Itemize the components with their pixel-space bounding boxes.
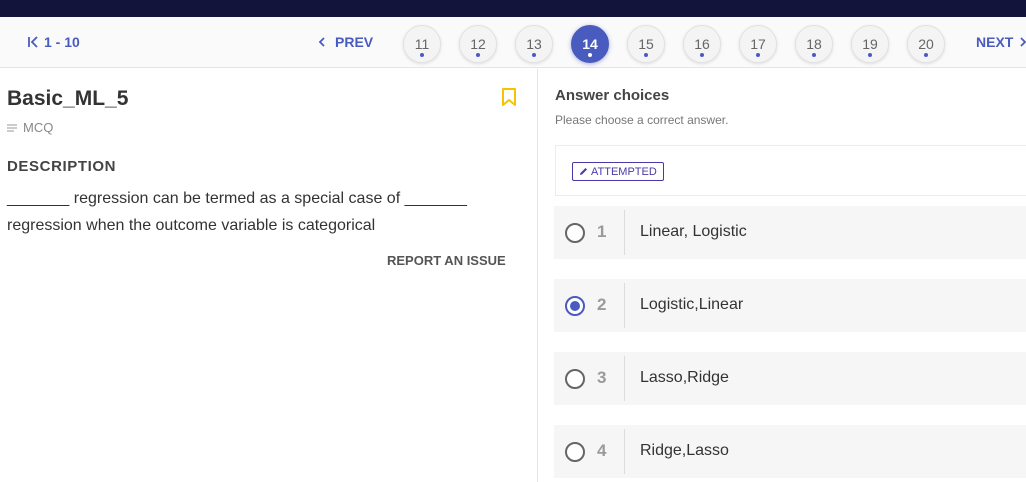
- question-number-button[interactable]: 20: [907, 25, 945, 63]
- status-badge: ATTEMPTED: [572, 162, 664, 181]
- question-number-button[interactable]: 18: [795, 25, 833, 63]
- question-number-button-active[interactable]: 14: [571, 25, 609, 63]
- answer-option[interactable]: 4 Ridge,Lasso: [554, 425, 1026, 478]
- option-number: 3: [597, 368, 607, 387]
- option-text: Logistic,Linear: [640, 296, 744, 313]
- prev-button[interactable]: PREV: [318, 34, 373, 50]
- first-page-icon: [28, 36, 38, 48]
- progress-dot: [588, 53, 592, 57]
- chevron-left-icon: [318, 37, 325, 47]
- status-badge-label: ATTEMPTED: [591, 165, 657, 178]
- radio-button[interactable]: [565, 369, 585, 389]
- question-number-label: 11: [414, 36, 430, 52]
- progress-dot: [756, 53, 760, 57]
- question-number-button[interactable]: 16: [683, 25, 721, 63]
- option-divider: [624, 356, 625, 401]
- chevron-right-icon: [1020, 37, 1026, 47]
- question-number-button[interactable]: 15: [627, 25, 665, 63]
- question-number-label: 17: [750, 36, 766, 52]
- question-title: Basic_ML_5: [7, 87, 129, 110]
- answer-panel: Answer choices Please choose a correct a…: [538, 69, 1026, 482]
- question-type-label: MCQ: [23, 120, 54, 135]
- range-selector[interactable]: 1 - 10: [27, 34, 80, 50]
- pencil-icon: [580, 168, 587, 175]
- option-text: Lasso,Ridge: [640, 369, 729, 386]
- report-issue-link[interactable]: REPORT AN ISSUE: [387, 253, 506, 268]
- progress-dot: [700, 53, 704, 57]
- question-number-label: 19: [862, 36, 878, 52]
- next-label: NEXT: [976, 34, 1014, 50]
- answer-option[interactable]: 1 Linear, Logistic: [554, 206, 1026, 259]
- list-icon: [7, 124, 17, 131]
- status-box: ATTEMPTED: [555, 145, 1026, 196]
- top-bar: [0, 0, 1026, 17]
- question-number-label: 13: [526, 36, 542, 52]
- question-number-label: 16: [694, 36, 710, 52]
- answer-choices-subheading: Please choose a correct answer.: [555, 113, 729, 127]
- answer-choices-heading: Answer choices: [555, 87, 670, 104]
- question-description: _______ regression can be termed as a sp…: [7, 190, 467, 234]
- question-number-button[interactable]: 11: [403, 25, 441, 63]
- question-number-label: 20: [918, 36, 934, 52]
- question-number-label: 14: [582, 36, 598, 52]
- question-number-button[interactable]: 17: [739, 25, 777, 63]
- question-navigation-bar: 1 - 10 PREV 11 12 13 14 15 16 17 18 19 2…: [0, 17, 1026, 68]
- progress-dot: [420, 53, 424, 57]
- prev-label: PREV: [335, 34, 374, 50]
- option-number: 1: [597, 222, 607, 241]
- question-number-button[interactable]: 12: [459, 25, 497, 63]
- question-type: MCQ: [7, 120, 53, 135]
- question-number-label: 12: [470, 36, 486, 52]
- progress-dot: [924, 53, 928, 57]
- option-divider: [624, 210, 625, 255]
- question-panel: Basic_ML_5 MCQ DESCRIPTION _______ regre…: [0, 69, 537, 482]
- question-number-label: 15: [638, 36, 654, 52]
- radio-button-selected[interactable]: [565, 296, 585, 316]
- bookmark-icon: [502, 88, 516, 106]
- progress-dot: [812, 53, 816, 57]
- description-heading: DESCRIPTION: [7, 158, 117, 175]
- answer-option[interactable]: 2 Logistic,Linear: [554, 279, 1026, 332]
- question-number-label: 18: [806, 36, 822, 52]
- progress-dot: [476, 53, 480, 57]
- question-number-button[interactable]: 19: [851, 25, 889, 63]
- question-number-button[interactable]: 13: [515, 25, 553, 63]
- progress-dot: [644, 53, 648, 57]
- option-number: 4: [597, 441, 607, 460]
- progress-dot: [868, 53, 872, 57]
- radio-button[interactable]: [565, 223, 585, 243]
- radio-button[interactable]: [565, 442, 585, 462]
- option-text: Linear, Logistic: [640, 223, 747, 240]
- option-text: Ridge,Lasso: [640, 442, 729, 459]
- next-button[interactable]: NEXT: [976, 34, 1026, 50]
- answer-option[interactable]: 3 Lasso,Ridge: [554, 352, 1026, 405]
- bookmark-button[interactable]: [500, 87, 518, 112]
- option-divider: [624, 283, 625, 328]
- progress-dot: [532, 53, 536, 57]
- option-number: 2: [597, 295, 607, 314]
- option-divider: [624, 429, 625, 474]
- range-label: 1 - 10: [44, 34, 80, 50]
